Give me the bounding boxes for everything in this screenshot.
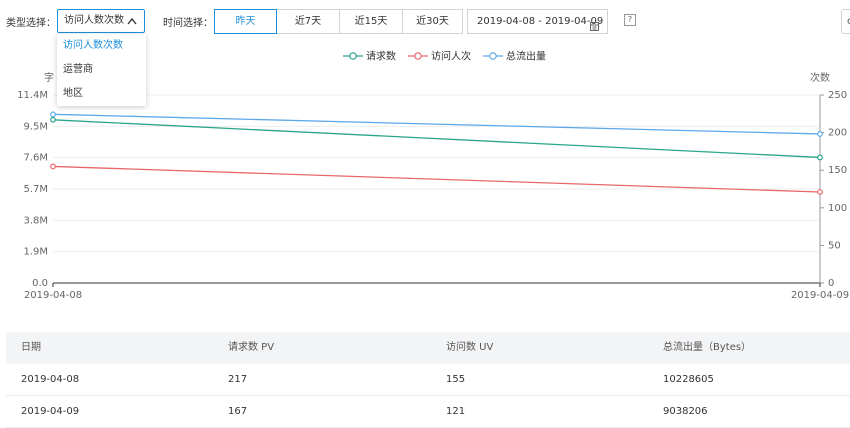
legend-marker (489, 52, 497, 60)
y-left-tick-label: 9.5M (23, 121, 48, 132)
series-line (52, 165, 821, 193)
calendar-icon (590, 17, 599, 31)
series-line (52, 119, 821, 159)
y-left-tick-label: 1.9M (23, 247, 48, 258)
cell-date: 2019-04-08 (21, 374, 80, 385)
column-header-pv: 请求数 PV (228, 342, 275, 353)
cell-pv: 217 (228, 374, 248, 385)
y-left-tick-label: 7.6M (23, 153, 48, 164)
type-select-value: 访问人数次数 (64, 15, 124, 26)
legend-marker (349, 52, 357, 60)
help-icon[interactable]: ? (624, 14, 636, 26)
x-tick-label: 2019-04-09 (791, 290, 849, 301)
date-range-value: 2019-04-08 - 2019-04-09 (477, 16, 604, 27)
cell-pv: 167 (228, 406, 248, 417)
type-option-visits[interactable]: 访问人数次数 (57, 34, 146, 58)
column-header-uv: 访问数 UV (446, 342, 494, 353)
data-point (817, 154, 823, 161)
y-right-axis-label: 次数 (810, 71, 830, 84)
column-header-date: 日期 (21, 342, 41, 353)
data-point (50, 111, 56, 118)
data-point (817, 189, 823, 195)
y-right-tick-label: 200 (828, 128, 847, 139)
y-right-tick-label: 0 (828, 278, 834, 289)
column-header-bytes: 总流出量（Bytes） (663, 342, 752, 353)
y-left-tick-label: 3.8M (23, 215, 48, 226)
cell-bytes: 9038206 (663, 406, 708, 417)
data-point (817, 131, 823, 137)
range-15days-button[interactable]: 近15天 (339, 9, 403, 34)
type-select-dropdown: 访问人数次数 运营商 地区 (57, 34, 146, 106)
legend-marker (414, 52, 422, 60)
y-right-tick-label: 250 (828, 90, 847, 101)
y-left-tick-label: 11.4M (17, 90, 48, 101)
type-option-region[interactable]: 地区 (57, 82, 146, 106)
type-select[interactable]: 访问人数次数 (57, 9, 145, 33)
x-tick-label: 2019-04-08 (24, 290, 82, 301)
y-left-tick-label: 5.7M (23, 184, 48, 195)
cell-date: 2019-04-09 (21, 406, 80, 417)
table-header: 日期 请求数 PV 访问数 UV 总流出量（Bytes） (6, 332, 850, 364)
data-point (50, 163, 56, 170)
y-right-tick-label: 100 (828, 203, 847, 214)
cell-uv: 121 (446, 406, 466, 417)
y-left-axis-label: 字 (44, 71, 54, 84)
type-option-carrier[interactable]: 运营商 (57, 58, 146, 82)
table-row: 2019-04-08 217 155 10228605 (6, 364, 850, 396)
time-select-label: 时间选择： (163, 18, 213, 29)
data-point (50, 116, 56, 123)
cell-uv: 155 (446, 374, 466, 385)
table-row: 2019-04-09 167 121 9038206 (6, 396, 850, 428)
series-line (52, 113, 821, 135)
refresh-button[interactable]: c (841, 9, 850, 34)
date-range-picker[interactable]: 2019-04-08 - 2019-04-09 (467, 9, 608, 34)
range-30days-button[interactable]: 近30天 (402, 9, 463, 34)
y-left-tick-label: 0.0 (32, 278, 48, 289)
y-right-tick-label: 50 (828, 240, 841, 251)
range-7days-button[interactable]: 近7天 (276, 9, 340, 34)
y-right-tick-label: 150 (828, 165, 847, 176)
range-yesterday-button[interactable]: 昨天 (214, 9, 277, 34)
legend-label: 访问人次 (431, 50, 471, 63)
legend-label: 请求数 (366, 50, 396, 63)
legend-label: 总流出量 (506, 50, 546, 63)
type-select-label: 类型选择： (6, 18, 56, 29)
chevron-up-icon (127, 10, 137, 32)
cell-bytes: 10228605 (663, 374, 714, 385)
